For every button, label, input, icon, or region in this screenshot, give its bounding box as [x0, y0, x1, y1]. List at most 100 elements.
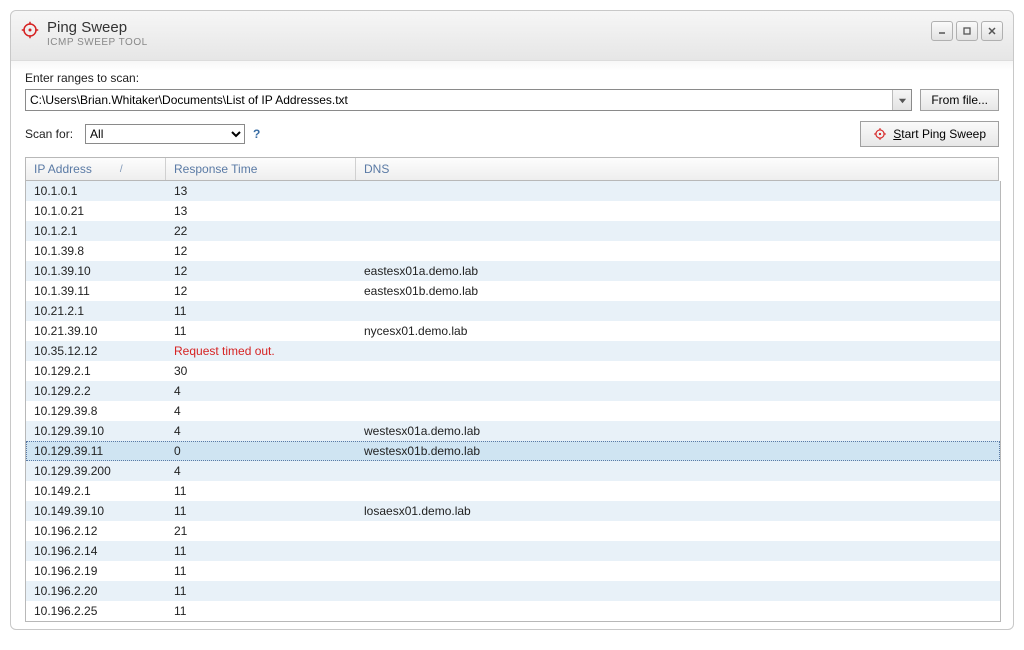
- table-row[interactable]: 10.149.2.111: [26, 481, 1000, 501]
- ranges-dropdown-icon[interactable]: [892, 90, 911, 110]
- cell-response-time: 11: [166, 504, 356, 518]
- column-header-dns[interactable]: DNS: [356, 158, 998, 180]
- titlebar: Ping Sweep ICMP SWEEP TOOL: [11, 11, 1013, 61]
- table-row[interactable]: 10.149.39.1011losaesx01.demo.lab: [26, 501, 1000, 521]
- cell-ip: 10.196.2.14: [26, 544, 166, 558]
- cell-response-time: 11: [166, 604, 356, 618]
- close-button[interactable]: [981, 21, 1003, 41]
- cell-response-time: 11: [166, 584, 356, 598]
- cell-ip: 10.129.39.200: [26, 464, 166, 478]
- cell-response-time: 30: [166, 364, 356, 378]
- table-row[interactable]: 10.129.2.24: [26, 381, 1000, 401]
- cell-response-time: Request timed out.: [166, 344, 356, 358]
- table-row[interactable]: 10.1.2.122: [26, 221, 1000, 241]
- column-header-dns-label: DNS: [364, 162, 389, 176]
- cell-response-time: 11: [166, 544, 356, 558]
- window-controls: [931, 19, 1003, 41]
- cell-ip: 10.1.39.11: [26, 284, 166, 298]
- help-icon[interactable]: ?: [253, 127, 260, 141]
- start-ping-sweep-label: Start Ping Sweep: [893, 127, 986, 141]
- cell-ip: 10.196.2.20: [26, 584, 166, 598]
- cell-response-time: 4: [166, 404, 356, 418]
- cell-response-time: 13: [166, 184, 356, 198]
- ranges-label: Enter ranges to scan:: [25, 71, 999, 85]
- cell-ip: 10.21.2.1: [26, 304, 166, 318]
- cell-ip: 10.149.39.10: [26, 504, 166, 518]
- cell-ip: 10.21.39.10: [26, 324, 166, 338]
- table-row[interactable]: 10.1.39.1112eastesx01b.demo.lab: [26, 281, 1000, 301]
- cell-response-time: 11: [166, 304, 356, 318]
- scan-for-label: Scan for:: [25, 127, 73, 141]
- table-row[interactable]: 10.1.0.2113: [26, 201, 1000, 221]
- table-row[interactable]: 10.129.39.2004: [26, 461, 1000, 481]
- table-row[interactable]: 10.1.0.113: [26, 181, 1000, 201]
- table-row[interactable]: 10.35.12.12Request timed out.: [26, 341, 1000, 361]
- cell-dns: eastesx01a.demo.lab: [356, 264, 1000, 278]
- cell-response-time: 22: [166, 224, 356, 238]
- table-row[interactable]: 10.129.39.84: [26, 401, 1000, 421]
- column-header-resp-label: Response Time: [174, 162, 257, 176]
- column-header-ip-label: IP Address: [34, 162, 92, 176]
- table-row[interactable]: 10.1.39.1012eastesx01a.demo.lab: [26, 261, 1000, 281]
- table-row[interactable]: 10.196.2.2011: [26, 581, 1000, 601]
- cell-response-time: 12: [166, 284, 356, 298]
- results-grid: 10.1.0.11310.1.0.211310.1.2.12210.1.39.8…: [25, 181, 1001, 622]
- cell-response-time: 11: [166, 564, 356, 578]
- cell-response-time: 4: [166, 384, 356, 398]
- cell-dns: losaesx01.demo.lab: [356, 504, 1000, 518]
- app-subtitle: ICMP SWEEP TOOL: [47, 37, 148, 49]
- table-row[interactable]: 10.21.39.1011nycesx01.demo.lab: [26, 321, 1000, 341]
- table-row[interactable]: 10.129.39.110westesx01b.demo.lab: [26, 441, 1000, 461]
- target-icon: [873, 127, 887, 141]
- table-row[interactable]: 10.21.2.111: [26, 301, 1000, 321]
- table-row[interactable]: 10.196.2.1911: [26, 561, 1000, 581]
- cell-response-time: 12: [166, 264, 356, 278]
- cell-response-time: 21: [166, 524, 356, 538]
- results-header: IP Address / Response Time DNS: [25, 157, 999, 181]
- from-file-button[interactable]: From file...: [920, 89, 999, 111]
- scan-for-select[interactable]: All: [85, 124, 245, 144]
- cell-response-time: 13: [166, 204, 356, 218]
- cell-response-time: 11: [166, 484, 356, 498]
- minimize-button[interactable]: [931, 21, 953, 41]
- cell-ip: 10.1.39.8: [26, 244, 166, 258]
- cell-ip: 10.129.39.11: [26, 444, 166, 458]
- cell-ip: 10.129.39.8: [26, 404, 166, 418]
- from-file-label: From file...: [931, 93, 988, 107]
- table-row[interactable]: 10.129.39.104westesx01a.demo.lab: [26, 421, 1000, 441]
- sort-indicator-icon: /: [120, 164, 123, 175]
- cell-response-time: 4: [166, 464, 356, 478]
- cell-ip: 10.1.39.10: [26, 264, 166, 278]
- column-header-response-time[interactable]: Response Time: [166, 158, 356, 180]
- cell-ip: 10.129.39.10: [26, 424, 166, 438]
- cell-response-time: 4: [166, 424, 356, 438]
- cell-dns: westesx01b.demo.lab: [356, 444, 1000, 458]
- cell-ip: 10.196.2.12: [26, 524, 166, 538]
- start-ping-sweep-button[interactable]: Start Ping Sweep: [860, 121, 999, 147]
- results-body[interactable]: 10.1.0.11310.1.0.211310.1.2.12210.1.39.8…: [26, 181, 1000, 621]
- ranges-input[interactable]: [25, 89, 912, 111]
- cell-ip: 10.129.2.2: [26, 384, 166, 398]
- table-row[interactable]: 10.196.2.1411: [26, 541, 1000, 561]
- cell-ip: 10.149.2.1: [26, 484, 166, 498]
- cell-ip: 10.1.0.1: [26, 184, 166, 198]
- target-icon: [21, 21, 39, 39]
- table-row[interactable]: 10.1.39.812: [26, 241, 1000, 261]
- app-window: Ping Sweep ICMP SWEEP TOOL Enter ranges …: [10, 10, 1014, 630]
- table-row[interactable]: 10.196.2.1221: [26, 521, 1000, 541]
- cell-response-time: 12: [166, 244, 356, 258]
- column-header-ip[interactable]: IP Address /: [26, 158, 166, 180]
- cell-ip: 10.129.2.1: [26, 364, 166, 378]
- cell-dns: westesx01a.demo.lab: [356, 424, 1000, 438]
- cell-ip: 10.196.2.19: [26, 564, 166, 578]
- cell-dns: eastesx01b.demo.lab: [356, 284, 1000, 298]
- cell-response-time: 11: [166, 324, 356, 338]
- table-row[interactable]: 10.196.2.2511: [26, 601, 1000, 621]
- cell-ip: 10.35.12.12: [26, 344, 166, 358]
- cell-ip: 10.1.2.1: [26, 224, 166, 238]
- cell-response-time: 0: [166, 444, 356, 458]
- table-row[interactable]: 10.129.2.130: [26, 361, 1000, 381]
- cell-ip: 10.196.2.25: [26, 604, 166, 618]
- maximize-button[interactable]: [956, 21, 978, 41]
- cell-ip: 10.1.0.21: [26, 204, 166, 218]
